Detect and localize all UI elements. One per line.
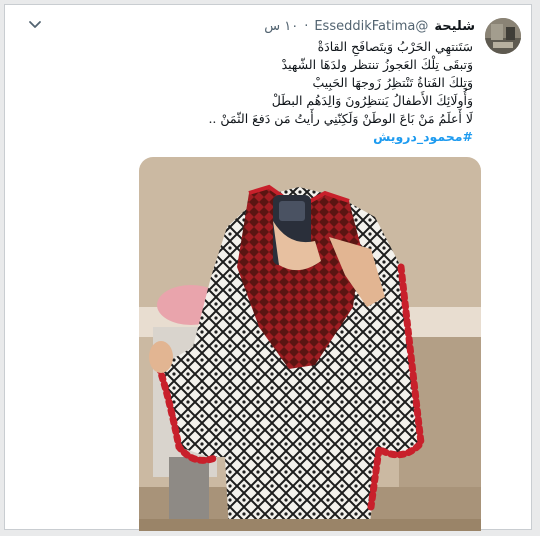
avatar[interactable] bbox=[485, 18, 521, 54]
user-handle[interactable]: @EsseddikFatima bbox=[314, 19, 428, 34]
display-name[interactable]: شليحة bbox=[434, 19, 475, 34]
tweet-line: وَأُولَائِكَ الأَطفالُ يَنتظِرُونَ وَالِ… bbox=[271, 93, 473, 108]
tweet-text: سَتَنتهِي الحَرْبُ وَيتَصافَحِ القادَةْ … bbox=[53, 38, 473, 146]
avatar-photo bbox=[485, 18, 521, 54]
separator-dot: · bbox=[304, 19, 309, 34]
chevron-down-icon[interactable] bbox=[27, 19, 43, 31]
tweet-line: وَتبقَى تِلْكَ العَجوزُ تنتظر ولدَهَا ال… bbox=[281, 57, 473, 72]
tweet-line: سَتَنتهِي الحَرْبُ وَيتَصافَحِ القادَةْ bbox=[317, 39, 473, 54]
tweet-header: شليحة @EsseddikFatima · ١٠ س bbox=[264, 19, 475, 34]
tweet-line: لَا أَعلَمُ مَنْ بَاعَ الوطَنْ وَلَكِنّن… bbox=[208, 111, 473, 126]
tweet-line: وَتِلكَ الفَتاةُ تَنْتظِرُ زَوجهَا الحَب… bbox=[312, 75, 473, 90]
hashtag-link[interactable]: #محمود_درويش bbox=[53, 128, 473, 146]
timestamp[interactable]: ١٠ س bbox=[264, 19, 298, 34]
media-photo bbox=[139, 157, 481, 531]
tweet[interactable]: شليحة @EsseddikFatima · ١٠ س سَتَنتهِي ا… bbox=[5, 5, 531, 531]
screenshot-frame: شليحة @EsseddikFatima · ١٠ س سَتَنتهِي ا… bbox=[4, 4, 532, 531]
tweet-media[interactable] bbox=[139, 157, 481, 531]
